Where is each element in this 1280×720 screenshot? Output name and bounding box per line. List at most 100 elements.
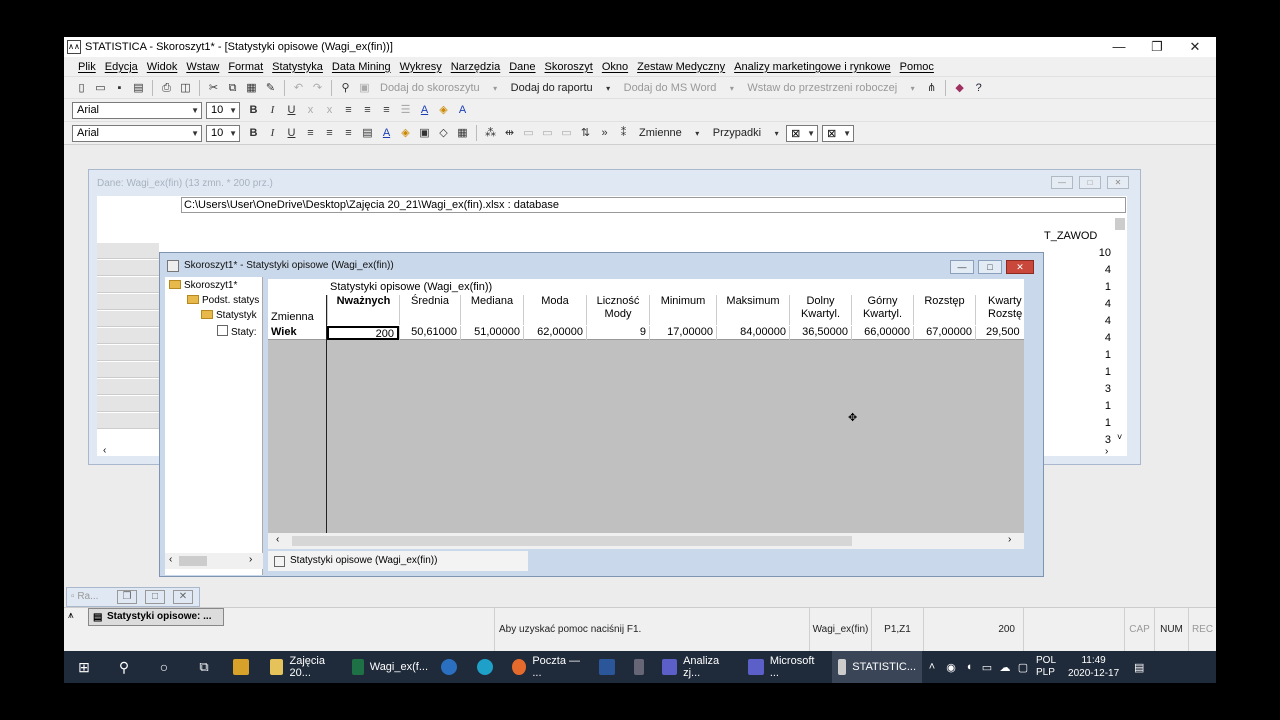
close-icon[interactable]: ✕ xyxy=(1006,260,1034,274)
menu-wstaw[interactable]: Wstaw xyxy=(186,61,219,73)
bold-icon[interactable]: B xyxy=(246,126,261,141)
align-right-icon[interactable]: ≡ xyxy=(379,103,394,118)
add-to-workspace-button[interactable]: Wstaw do przestrzeni roboczej xyxy=(747,82,897,94)
clock[interactable]: 11:49 2020-12-17 xyxy=(1068,654,1119,680)
taskbar-firefox[interactable]: Poczta — ... xyxy=(506,651,592,683)
stats-spreadsheet[interactable]: Statystyki opisowe (Wagi_ex(fin)) Zmienn… xyxy=(268,279,1024,533)
workbook-window[interactable]: Skoroszyt1* - Statystyki opisowe (Wagi_e… xyxy=(159,252,1044,577)
align-left-icon[interactable]: ≡ xyxy=(341,103,356,118)
scroll-right-icon[interactable]: › xyxy=(1105,446,1108,457)
scroll-thumb[interactable] xyxy=(292,536,852,546)
menu-narzedzia[interactable]: Narzędzia xyxy=(451,61,501,73)
column-header-zawod[interactable]: T_ZAWOD xyxy=(1044,230,1097,242)
open-folder-icon[interactable]: ▭ xyxy=(93,81,108,96)
menu-edycja[interactable]: Edycja xyxy=(105,61,138,73)
network-icon[interactable]: ▢ xyxy=(1014,651,1032,683)
table-cell[interactable]: 36,50000 xyxy=(789,326,851,340)
table-cell[interactable]: 9 xyxy=(586,326,649,340)
save-icon[interactable]: ▪ xyxy=(112,81,127,96)
table-cell[interactable]: 17,00000 xyxy=(649,326,716,340)
vertical-scroll-thumb[interactable] xyxy=(1115,218,1125,230)
cell-value[interactable]: 1 xyxy=(1079,366,1111,378)
chevron-down-icon[interactable]: ▾ xyxy=(601,81,616,96)
subscript-icon[interactable]: x xyxy=(303,103,318,118)
table-cell[interactable]: 67,00000 xyxy=(913,326,975,340)
scroll-thumb[interactable] xyxy=(179,556,207,566)
menu-okno[interactable]: Okno xyxy=(602,61,628,73)
underline-icon[interactable]: U xyxy=(284,126,299,141)
fill-color-icon[interactable]: ◈ xyxy=(398,126,413,141)
table-cell[interactable]: 29,500 xyxy=(975,326,1024,340)
chevron-down-icon[interactable]: ▾ xyxy=(690,126,705,141)
menu-skoroszyt[interactable]: Skoroszyt xyxy=(545,61,593,73)
eraser-icon[interactable]: ◆ xyxy=(952,81,967,96)
maximize-icon[interactable]: □ xyxy=(1079,176,1101,189)
scroll-down-icon[interactable]: ˅ xyxy=(1117,432,1122,442)
font-size-select-2[interactable]: 10 ▼ xyxy=(206,124,240,142)
restore-icon[interactable]: ❐ xyxy=(117,590,137,604)
menu-dane[interactable]: Dane xyxy=(509,61,535,73)
chevron-down-icon[interactable]: ▾ xyxy=(769,126,784,141)
lock-icon[interactable]: ▭ xyxy=(559,126,574,141)
volume-icon[interactable]: ◖ xyxy=(960,651,978,683)
column-header[interactable]: Liczność Mody xyxy=(586,295,649,325)
tree-node-basic-stats[interactable]: Podst. statys xyxy=(187,295,259,306)
scroll-right-icon[interactable]: › xyxy=(1008,534,1011,545)
tree-icon[interactable]: ⋔ xyxy=(924,81,939,96)
align-left-icon[interactable]: ≡ xyxy=(303,126,318,141)
minimize-button[interactable]: — xyxy=(1100,37,1138,57)
tag-icon[interactable]: ◇ xyxy=(436,126,451,141)
table-cell[interactable]: 50,61000 xyxy=(399,326,460,340)
row-header[interactable] xyxy=(97,243,159,259)
cortana-icon[interactable]: ○ xyxy=(144,651,184,683)
paste-icon[interactable]: ▦ xyxy=(244,81,259,96)
format-painter-icon[interactable]: ✎ xyxy=(263,81,278,96)
menu-data-mining[interactable]: Data Mining xyxy=(332,61,391,73)
cell-value[interactable]: 3 xyxy=(1079,383,1111,395)
redo-icon[interactable]: ↷ xyxy=(310,81,325,96)
tree-node-stats[interactable]: Statystyk xyxy=(201,310,257,321)
align-center-icon[interactable]: ≡ xyxy=(322,126,337,141)
replace-icon[interactable]: » xyxy=(597,126,612,141)
column-header[interactable]: Dolny Kwartyl. xyxy=(789,295,851,325)
taskbar-explorer[interactable]: Zajęcia 20... xyxy=(264,651,346,683)
insert-icon[interactable]: ▭ xyxy=(540,126,555,141)
italic-icon[interactable]: I xyxy=(265,103,280,118)
word-app[interactable] xyxy=(592,651,628,683)
cases-menu[interactable]: Przypadki xyxy=(713,127,761,139)
new-file-icon[interactable]: ▯ xyxy=(74,81,89,96)
column-header[interactable]: Nważnych xyxy=(327,295,399,325)
row-header[interactable] xyxy=(97,362,159,378)
binoculars-icon[interactable]: ⚲ xyxy=(338,81,353,96)
scroll-left-icon[interactable]: ‹ xyxy=(103,445,106,456)
row-header[interactable] xyxy=(97,379,159,395)
column-header[interactable]: Rozstęp xyxy=(913,295,975,325)
row-header[interactable] xyxy=(97,413,159,429)
font-size-select[interactable]: 10 ▼ xyxy=(206,101,240,119)
sort-icon[interactable]: ⇅ xyxy=(578,126,593,141)
menu-format[interactable]: Format xyxy=(228,61,263,73)
windows-start-icon[interactable]: ⊞ xyxy=(64,651,104,683)
cloud-icon[interactable]: ☁ xyxy=(996,651,1014,683)
chevron-up-icon[interactable]: ˄ xyxy=(922,651,942,683)
edge-app[interactable] xyxy=(470,651,506,683)
font-color-icon[interactable]: A xyxy=(379,126,394,141)
font-color-icon[interactable]: A xyxy=(417,103,432,118)
table-cell[interactable]: 62,00000 xyxy=(523,326,586,340)
weight-select[interactable]: ⊠ ▼ xyxy=(786,124,819,142)
add-to-workbook-button[interactable]: Dodaj do skoroszytu xyxy=(380,82,480,94)
menu-analizy-marketingowe[interactable]: Analizy marketingowe i rynkowe xyxy=(734,61,891,73)
minimized-window[interactable]: ▫ Ra... ❐ □ ✕ xyxy=(66,587,200,607)
column-header[interactable]: Maksimum xyxy=(716,295,789,325)
variables-menu[interactable]: Zmienne xyxy=(639,127,682,139)
align-center-icon[interactable]: ≡ xyxy=(360,103,375,118)
row-label[interactable]: Wiek xyxy=(271,326,297,338)
scroll-right-icon[interactable]: › xyxy=(249,554,252,565)
bullets-icon[interactable]: ☰ xyxy=(398,103,413,118)
cell-value[interactable]: 4 xyxy=(1079,315,1111,327)
tool-app[interactable] xyxy=(628,651,656,683)
close-icon[interactable]: ✕ xyxy=(173,590,193,604)
font-size-icon[interactable]: A xyxy=(455,103,470,118)
language-indicator[interactable]: POL PLP xyxy=(1036,655,1056,679)
cell-value[interactable]: 3 xyxy=(1079,434,1111,446)
